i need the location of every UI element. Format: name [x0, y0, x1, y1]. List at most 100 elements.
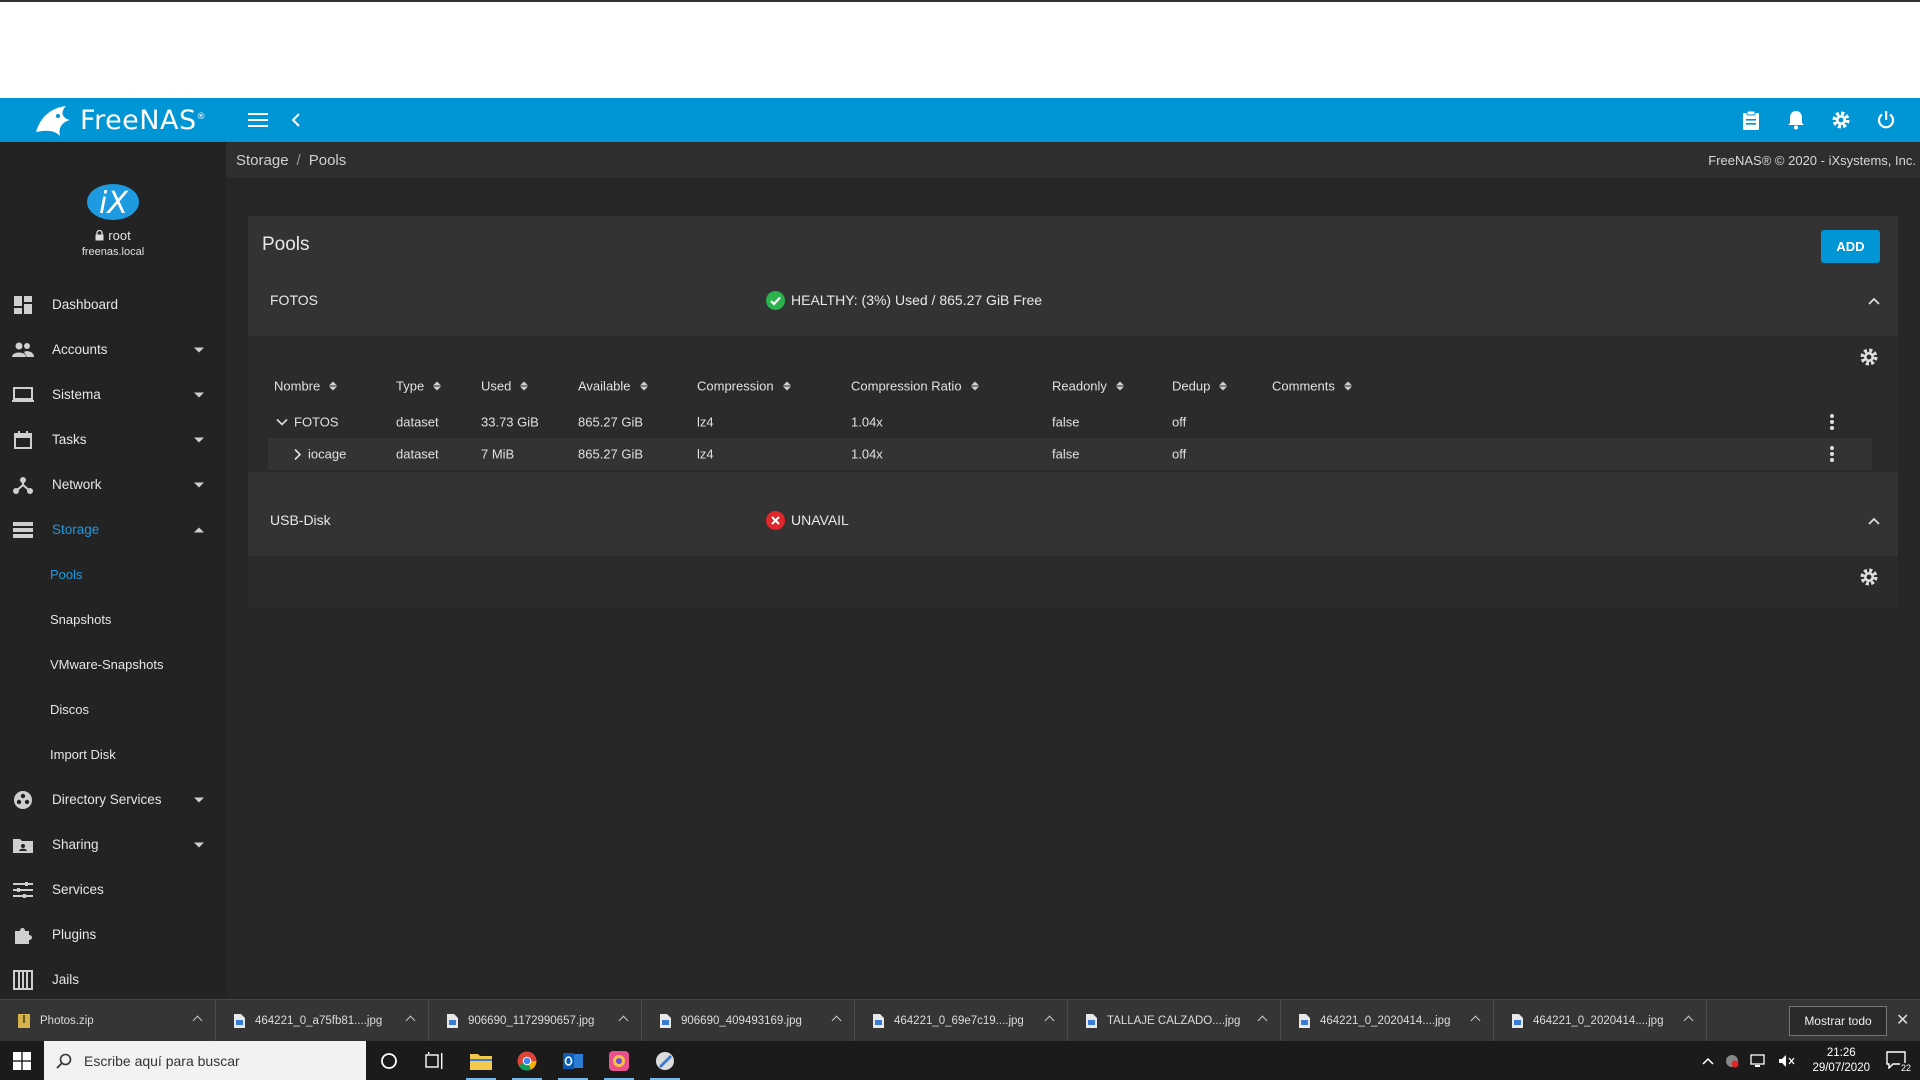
taskbar-search-input[interactable]: Escribe aquí para buscar: [44, 1041, 366, 1080]
sidebar-subitem-vmware-snapshots[interactable]: VMware-Snapshots: [0, 642, 226, 687]
unavailable-error-icon: [766, 510, 785, 530]
image-file-icon: [1512, 1013, 1523, 1028]
photo-app-icon[interactable]: [596, 1041, 642, 1080]
sidebar-item-dashboard[interactable]: Dashboard: [0, 282, 226, 327]
sidebar-item-accounts[interactable]: Accounts: [0, 327, 226, 372]
column-header-dedup[interactable]: Dedup: [1172, 379, 1228, 394]
clipboard-icon[interactable]: [1733, 102, 1769, 138]
sidebar-item-label: Services: [52, 882, 104, 897]
column-header-available[interactable]: Available: [578, 379, 648, 394]
lock-icon: [95, 230, 104, 241]
download-filename: 464221_0_2020414....jpg: [1533, 1014, 1664, 1027]
column-header-comments[interactable]: Comments: [1272, 379, 1352, 394]
notifications-icon[interactable]: 22: [1886, 1050, 1912, 1073]
sidebar-item-tasks[interactable]: Tasks: [0, 417, 226, 462]
column-header-readonly[interactable]: Readonly: [1052, 379, 1124, 394]
settings-gear-icon[interactable]: [1823, 102, 1859, 138]
sidebar-subitem-snapshots[interactable]: Snapshots: [0, 597, 226, 642]
power-icon[interactable]: [1868, 102, 1904, 138]
chevron-up-icon[interactable]: [1044, 1015, 1055, 1025]
download-item[interactable]: 464221_0_a75fb81....jpg: [216, 999, 429, 1042]
download-filename: 906690_1172990657.jpg: [468, 1014, 595, 1027]
sidebar-item-jails[interactable]: Jails: [0, 957, 226, 999]
chevron-up-icon[interactable]: [1257, 1015, 1268, 1025]
downloads-bar: Photos.zip 464221_0_a75fb81....jpg 90669…: [0, 999, 1920, 1042]
dataset-type-cell: dataset: [396, 446, 439, 462]
sort-icon: [639, 381, 648, 391]
sharing-icon: [12, 834, 34, 856]
table-row[interactable]: iocage dataset 7 MiB 865.27 GiB lz4 1.04…: [268, 438, 1872, 470]
chevron-down-icon[interactable]: [276, 418, 288, 426]
chevron-up-icon[interactable]: [1868, 292, 1880, 308]
download-item[interactable]: 464221_0_2020414....jpg: [1281, 999, 1494, 1042]
dataset-used-cell: 7 MiB: [481, 446, 515, 462]
sidebar-subitem-pools[interactable]: Pools: [0, 552, 226, 597]
chevron-up-icon[interactable]: [1683, 1015, 1694, 1025]
chevron-up-icon[interactable]: [405, 1015, 416, 1025]
sidebar-item-sharing[interactable]: Sharing: [0, 822, 226, 867]
download-item[interactable]: 464221_0_69e7c19....jpg: [855, 999, 1068, 1042]
cortana-icon[interactable]: [366, 1041, 412, 1080]
outlook-icon[interactable]: [550, 1041, 596, 1080]
chevron-up-icon[interactable]: [1868, 512, 1880, 528]
drawing-app-icon[interactable]: [642, 1041, 688, 1080]
more-options-icon[interactable]: [1830, 446, 1834, 462]
windows-start-icon[interactable]: [0, 1041, 44, 1080]
show-all-downloads-button[interactable]: Mostrar todo: [1789, 1006, 1887, 1036]
sort-icon: [970, 381, 979, 391]
sort-icon: [520, 381, 529, 391]
network-icon: [12, 474, 34, 496]
download-item[interactable]: 906690_409493169.jpg: [642, 999, 855, 1042]
download-item[interactable]: 464221_0_2020414....jpg: [1494, 999, 1707, 1042]
services-icon: [12, 879, 34, 901]
network-tray-icon[interactable]: [1750, 1053, 1768, 1068]
freenas-logo[interactable]: FreeNAS®: [0, 98, 226, 142]
pool-header-fotos[interactable]: FOTOS HEALTHY: (3%) Used / 865.27 GiB Fr…: [248, 274, 1898, 326]
sidebar-subitem-import-disk[interactable]: Import Disk: [0, 732, 226, 777]
chevron-up-icon[interactable]: [831, 1015, 842, 1025]
menu-icon[interactable]: [240, 102, 276, 138]
column-header-nombre[interactable]: Nombre: [274, 379, 338, 394]
sidebar-item-storage[interactable]: Storage: [0, 507, 226, 552]
pool-settings-gear-icon[interactable]: [1856, 564, 1882, 590]
bell-icon[interactable]: [1778, 102, 1814, 138]
tray-chevron-up-icon[interactable]: [1702, 1057, 1714, 1065]
sidebar-subitem-discos[interactable]: Discos: [0, 687, 226, 732]
chevron-up-icon[interactable]: [618, 1015, 629, 1025]
volume-muted-icon[interactable]: [1778, 1054, 1796, 1068]
chevron-right-icon[interactable]: [294, 448, 302, 460]
sidebar-item-sistema[interactable]: Sistema: [0, 372, 226, 417]
breadcrumb-storage[interactable]: Storage: [236, 152, 289, 169]
download-item[interactable]: TALLAJE CALZADO....jpg: [1068, 999, 1281, 1042]
chevron-up-icon[interactable]: [1470, 1015, 1481, 1025]
caret-down-icon: [194, 842, 204, 847]
task-view-icon[interactable]: [412, 1041, 458, 1080]
collapse-chevron-left-icon[interactable]: [278, 102, 314, 138]
close-icon[interactable]: ✕: [1896, 1010, 1909, 1030]
column-header-used[interactable]: Used: [481, 379, 529, 394]
sidebar-item-plugins[interactable]: Plugins: [0, 912, 226, 957]
clock[interactable]: 21:26 29/07/2020: [1812, 1046, 1870, 1076]
chrome-icon[interactable]: [504, 1041, 550, 1080]
sidebar-item-directory-services[interactable]: Directory Services: [0, 777, 226, 822]
column-header-type[interactable]: Type: [396, 379, 442, 394]
dataset-readonly-cell: false: [1052, 446, 1080, 462]
pool-datasets-fotos: Nombre Type Used Available Compression C…: [248, 336, 1898, 472]
image-file-icon: [660, 1013, 671, 1028]
download-item[interactable]: 906690_1172990657.jpg: [429, 999, 642, 1042]
sidebar-item-services[interactable]: Services: [0, 867, 226, 912]
chevron-up-icon[interactable]: [192, 1015, 203, 1025]
column-header-compression[interactable]: Compression: [697, 379, 791, 394]
download-item[interactable]: Photos.zip: [0, 999, 216, 1042]
sidebar-item-label: Sharing: [52, 837, 99, 852]
pool-header-usb-disk[interactable]: USB-Disk UNAVAIL: [248, 494, 1898, 546]
caret-down-icon: [194, 392, 204, 397]
tray-app-icon[interactable]: [1724, 1054, 1740, 1068]
more-options-icon[interactable]: [1830, 414, 1834, 430]
table-row[interactable]: FOTOS dataset 33.73 GiB 865.27 GiB lz4 1…: [268, 406, 1872, 438]
column-header-compression-ratio[interactable]: Compression Ratio: [851, 379, 979, 394]
add-pool-button[interactable]: ADD: [1821, 230, 1880, 263]
sidebar-item-network[interactable]: Network: [0, 462, 226, 507]
file-explorer-icon[interactable]: [458, 1041, 504, 1080]
dataset-available-cell: 865.27 GiB: [578, 446, 644, 462]
